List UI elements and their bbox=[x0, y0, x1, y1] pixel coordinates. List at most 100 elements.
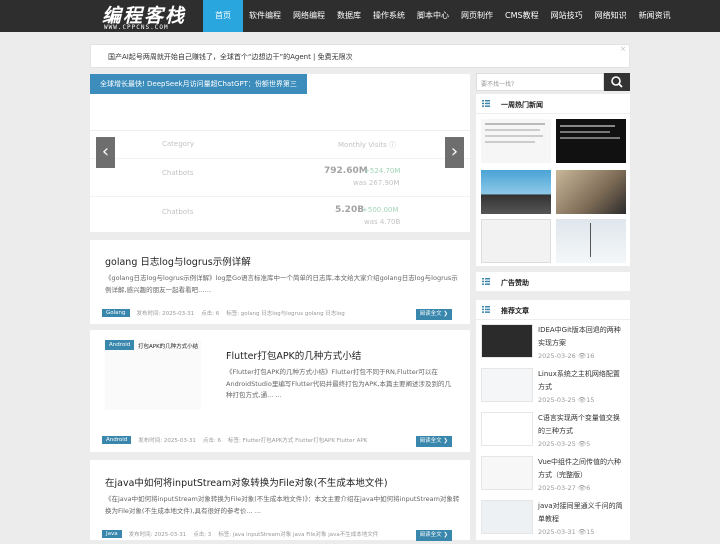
article-thumbnail[interactable] bbox=[481, 500, 533, 534]
hot-news-image[interactable] bbox=[481, 170, 551, 214]
table-row2-was: was 4.70B bbox=[364, 218, 401, 226]
thumbnail-tag: Android bbox=[105, 340, 135, 350]
article-meta: Golang 发布时间: 2025-03-31 点击: 6 标签: golang… bbox=[102, 309, 352, 317]
article-card: golang 日志log与logrus示例详解 《golang日志log与log… bbox=[90, 240, 470, 324]
hot-news-image[interactable] bbox=[556, 170, 626, 214]
list-item[interactable]: IDEA中Git版本回退的两种实现方案 2025-03-26 👁16 bbox=[476, 324, 630, 368]
search-button[interactable] bbox=[604, 73, 630, 91]
publish-date: 2025-03-26 bbox=[538, 352, 576, 360]
nav-item-network[interactable]: 网络编程 bbox=[287, 0, 331, 32]
table-row2-label: Chatbots bbox=[162, 208, 194, 216]
article-title[interactable]: 在java中如何将inputStream对象转换为File对象(不生成本地文件) bbox=[105, 475, 388, 489]
slide-title[interactable]: 全球增长最快! DeepSeek月访问量超ChatGPT：份额世界第三 bbox=[90, 74, 307, 94]
article-thumbnail[interactable] bbox=[481, 324, 533, 358]
table-header-category: Category bbox=[162, 140, 194, 148]
hot-news-widget: 一周热门新闻 bbox=[476, 94, 630, 266]
view-count: 16 bbox=[586, 352, 595, 360]
publish-date: 2025-03-27 bbox=[538, 484, 576, 492]
view-count: 点击: 3 bbox=[193, 532, 212, 538]
article-title[interactable]: Linux系统之主机网络配置方式 bbox=[538, 368, 624, 394]
featured-slider[interactable]: 全球增长最快! DeepSeek月访问量超ChatGPT：份额世界第三 Cate… bbox=[90, 74, 470, 232]
list-item[interactable]: Vue中组件之间传值的六种方式（完整版） 2025-03-27 👁6 bbox=[476, 456, 630, 500]
view-count: 点击: 6 bbox=[202, 438, 221, 444]
site-logo[interactable]: 编程客栈 WWW.CPPCNS.COM bbox=[102, 2, 212, 32]
widget-title: 推荐文章 bbox=[501, 307, 529, 315]
table-row1-delta: +524.70M bbox=[364, 167, 401, 175]
article-thumbnail[interactable] bbox=[481, 368, 533, 402]
list-item[interactable]: java对接同里通义千问的简单教程 2025-03-31 👁15 bbox=[476, 500, 630, 544]
article-card: 在java中如何将inputStream对象转换为File对象(不生成本地文件)… bbox=[90, 460, 470, 541]
article-title[interactable]: Flutter打包APK的几种方式小结 bbox=[226, 348, 361, 362]
list-item[interactable]: Linux系统之主机网络配置方式 2025-03-25 👁15 bbox=[476, 368, 630, 412]
category-tag[interactable]: Android bbox=[102, 436, 132, 444]
slider-prev-button[interactable]: ‹ bbox=[96, 137, 115, 168]
hot-news-image[interactable] bbox=[481, 219, 551, 263]
article-summary: 《golang日志log与logrus示例详解》log是Go语言标准库中一个简单… bbox=[105, 274, 458, 294]
publish-date: 2025-03-25 bbox=[538, 396, 576, 404]
close-icon[interactable]: × bbox=[620, 45, 626, 53]
view-count: 5 bbox=[586, 440, 591, 448]
article-title[interactable]: IDEA中Git版本回退的两种实现方案 bbox=[538, 324, 624, 350]
view-count: 点击: 6 bbox=[201, 311, 220, 317]
notice-bar: 国产AI起号两周就开始自己赚钱了，全球首个“边想边干”的Agent | 免费无限… bbox=[90, 44, 630, 68]
article-meta: 2025-03-27 👁6 bbox=[538, 484, 590, 492]
read-more-button[interactable]: 阅读全文 ❯ bbox=[415, 436, 452, 447]
nav-item-news[interactable]: 新闻资讯 bbox=[633, 0, 677, 32]
nav-item-knowledge[interactable]: 网络知识 bbox=[589, 0, 633, 32]
recommended-widget: 推荐文章 IDEA中Git版本回退的两种实现方案 2025-03-26 👁16 … bbox=[476, 300, 630, 540]
notice-link[interactable]: 国产AI起号两周就开始自己赚钱了，全球首个“边想边干”的Agent | 免费无限… bbox=[108, 52, 353, 62]
top-navigation-bar: 编程客栈 WWW.CPPCNS.COM 首页 软件编程 网络编程 数据库 操作系… bbox=[0, 0, 720, 32]
nav-item-web[interactable]: 网页制作 bbox=[455, 0, 499, 32]
list-icon bbox=[482, 306, 490, 313]
nav-item-database[interactable]: 数据库 bbox=[331, 0, 367, 32]
search-icon bbox=[611, 76, 623, 88]
nav-item-cms[interactable]: CMS教程 bbox=[499, 0, 545, 32]
nav-item-os[interactable]: 操作系统 bbox=[367, 0, 411, 32]
publish-date: 2025-03-25 bbox=[538, 440, 576, 448]
publish-date: 发布时间: 2025-03-31 bbox=[138, 438, 196, 444]
nav-item-software[interactable]: 软件编程 bbox=[243, 0, 287, 32]
article-title[interactable]: golang 日志log与logrus示例详解 bbox=[105, 254, 251, 268]
article-labels[interactable]: 标签: java inputStream对象 java File对象 java不… bbox=[218, 530, 378, 538]
list-item[interactable]: C语言实现两个变量值交换的三种方式 2025-03-25 👁5 bbox=[476, 412, 630, 456]
article-title[interactable]: C语言实现两个变量值交换的三种方式 bbox=[538, 412, 624, 438]
eye-icon: 👁 bbox=[577, 528, 587, 536]
view-count: 6 bbox=[586, 484, 591, 492]
article-thumbnail[interactable] bbox=[481, 456, 533, 490]
article-title[interactable]: Vue中组件之间传值的六种方式（完整版） bbox=[538, 456, 624, 482]
list-icon bbox=[482, 100, 490, 107]
view-count: 15 bbox=[586, 396, 595, 404]
category-tag[interactable]: Java bbox=[102, 530, 122, 538]
ad-widget: 广告赞助 bbox=[476, 272, 630, 292]
article-labels[interactable]: 标签: golang 日志log与logrus golang 日志log bbox=[226, 309, 345, 317]
search-input[interactable]: 要不找一找? bbox=[476, 73, 604, 91]
widget-header: 广告赞助 bbox=[476, 272, 630, 292]
slider-next-button[interactable]: › bbox=[445, 137, 464, 168]
category-tag[interactable]: Golang bbox=[102, 309, 130, 317]
list-icon bbox=[482, 278, 490, 285]
hot-news-image[interactable] bbox=[556, 219, 626, 263]
nav-item-tips[interactable]: 网站技巧 bbox=[545, 0, 589, 32]
publish-date: 2025-03-31 bbox=[538, 528, 576, 536]
article-meta: Android 发布时间: 2025-03-31 点击: 6 标签: Flutt… bbox=[102, 436, 374, 444]
slide-image[interactable]: Category Monthly Visits ⓘ Chatbots 792.6… bbox=[90, 74, 470, 232]
nav-item-script[interactable]: 脚本中心 bbox=[411, 0, 455, 32]
widget-header: 推荐文章 bbox=[476, 300, 630, 320]
article-thumbnail[interactable]: Android 打包APK的几种方式小结 bbox=[105, 340, 201, 410]
read-more-button[interactable]: 阅读全文 ❯ bbox=[415, 309, 452, 320]
article-labels[interactable]: 标签: Flutter打包APK方式 Flutter打包APK Flutter … bbox=[228, 436, 367, 444]
publish-date: 发布时间: 2025-03-31 bbox=[136, 311, 195, 317]
table-row1-was: was 267.90M bbox=[353, 179, 400, 187]
eye-icon: 👁 bbox=[577, 484, 587, 492]
read-more-button[interactable]: 阅读全文 ❯ bbox=[415, 530, 452, 541]
article-meta: 2025-03-26 👁16 bbox=[538, 352, 594, 360]
article-title[interactable]: java对接同里通义千问的简单教程 bbox=[538, 500, 624, 526]
logo-sub-text: WWW.CPPCNS.COM bbox=[104, 24, 169, 31]
hot-news-image[interactable] bbox=[556, 119, 626, 163]
hot-news-image[interactable] bbox=[481, 119, 551, 163]
article-thumbnail[interactable] bbox=[481, 412, 533, 446]
article-meta: 2025-03-31 👁15 bbox=[538, 528, 594, 536]
nav-item-home[interactable]: 首页 bbox=[203, 0, 243, 32]
article-summary: 《在java中如何将inputStream对象转换为File对象(不生成本地文件… bbox=[105, 495, 460, 515]
table-row1-label: Chatbots bbox=[162, 169, 194, 177]
